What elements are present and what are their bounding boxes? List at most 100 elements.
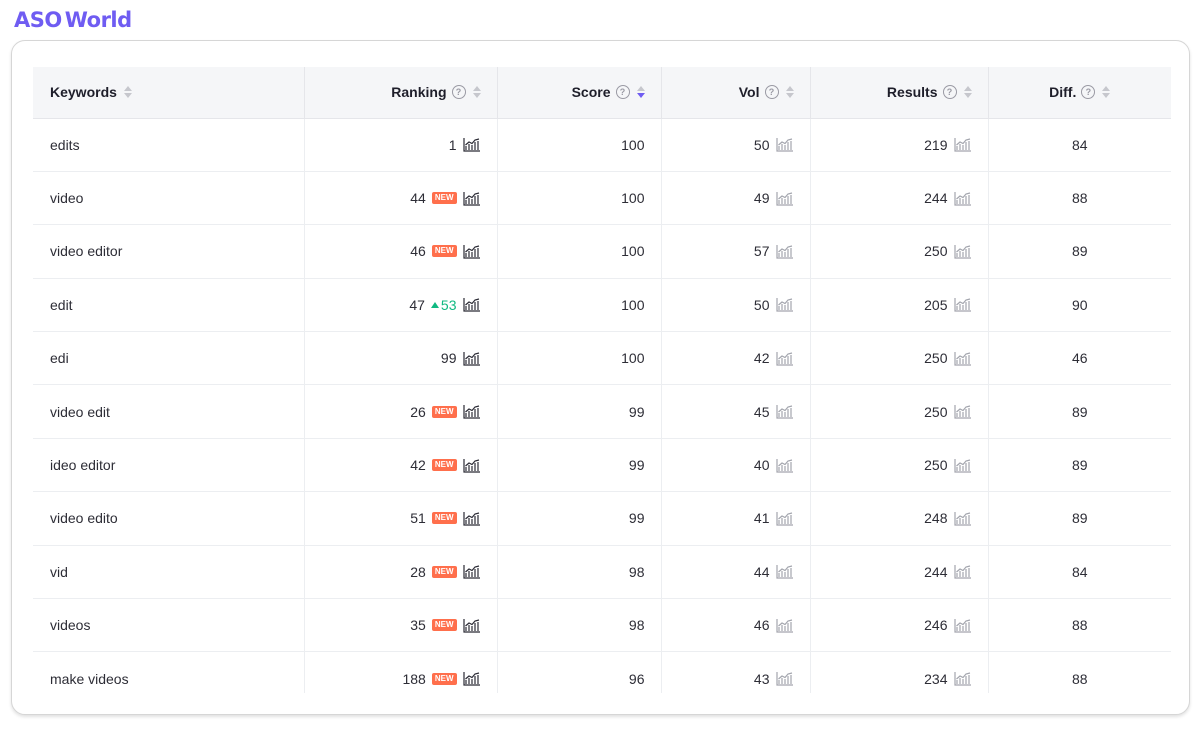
help-icon[interactable]: ?: [1081, 85, 1096, 100]
ranking-value: 46: [410, 243, 426, 260]
score-cell: 100: [497, 278, 662, 333]
ranking-chart-icon[interactable]: [462, 458, 481, 473]
table-row: videos 35 NEW 98 46 246 88: [33, 598, 1171, 653]
rank-change-value: 53: [440, 296, 457, 313]
column-ranking[interactable]: Ranking ?: [304, 67, 498, 119]
new-badge: NEW: [431, 512, 457, 525]
ranking-chart-icon[interactable]: [462, 671, 481, 686]
table-row: make videos 188 NEW 96 43 234 88: [33, 651, 1171, 693]
ranking-cell: 188 NEW: [304, 651, 498, 693]
keyword-cell[interactable]: video editor: [33, 224, 305, 279]
sort-descending-icon[interactable]: [636, 86, 645, 99]
keyword-cell[interactable]: video: [33, 171, 305, 226]
vol-chart-icon[interactable]: [775, 618, 794, 633]
results-chart-icon[interactable]: [953, 671, 972, 686]
vol-cell: 44: [661, 545, 811, 600]
sort-icon[interactable]: [472, 86, 481, 99]
sort-icon[interactable]: [785, 86, 794, 99]
ranking-value: 26: [410, 403, 426, 420]
diff-cell: 89: [988, 438, 1171, 493]
ranking-chart-icon[interactable]: [462, 564, 481, 579]
keywords-table-container[interactable]: Keywords Ranking ? Score ? Vol ? Results…: [33, 67, 1171, 693]
results-chart-icon[interactable]: [953, 191, 972, 206]
diff-cell: 90: [988, 278, 1171, 333]
vol-value: 50: [753, 136, 770, 153]
sort-icon[interactable]: [123, 86, 132, 99]
results-chart-icon[interactable]: [953, 137, 972, 152]
results-chart-icon[interactable]: [953, 618, 972, 633]
diff-cell: 46: [988, 331, 1171, 386]
results-cell: 250: [810, 224, 989, 279]
sort-icon[interactable]: [963, 86, 972, 99]
vol-cell: 45: [661, 384, 811, 439]
keyword-cell[interactable]: edit: [33, 278, 305, 333]
results-value: 244: [924, 563, 948, 580]
vol-chart-icon[interactable]: [775, 458, 794, 473]
vol-chart-icon[interactable]: [775, 191, 794, 206]
arrow-up-icon: [430, 301, 439, 308]
results-cell: 250: [810, 331, 989, 386]
diff-cell: 88: [988, 171, 1171, 226]
logo-text-right: World: [64, 8, 132, 32]
results-cell: 250: [810, 438, 989, 493]
results-chart-icon[interactable]: [953, 297, 972, 312]
results-chart-icon[interactable]: [953, 511, 972, 526]
results-chart-icon[interactable]: [953, 351, 972, 366]
help-icon[interactable]: ?: [764, 85, 779, 100]
keyword-cell[interactable]: make videos: [33, 651, 305, 693]
score-cell: 98: [497, 598, 662, 653]
keyword-cell[interactable]: vid: [33, 545, 305, 600]
ranking-value: 99: [440, 350, 457, 367]
score-cell: 99: [497, 384, 662, 439]
diff-cell: 84: [988, 118, 1171, 172]
results-chart-icon[interactable]: [953, 564, 972, 579]
results-chart-icon[interactable]: [953, 404, 972, 419]
vol-chart-icon[interactable]: [775, 671, 794, 686]
keyword-cell[interactable]: edits: [33, 118, 305, 172]
help-icon[interactable]: ?: [942, 85, 957, 100]
keyword-cell[interactable]: videos: [33, 598, 305, 653]
column-keywords-label: Keywords: [50, 84, 117, 101]
keyword-cell[interactable]: video edito: [33, 491, 305, 546]
ranking-cell: 42 NEW: [304, 438, 498, 493]
vol-cell: 42: [661, 331, 811, 386]
ranking-chart-icon[interactable]: [462, 404, 481, 419]
ranking-chart-icon[interactable]: [462, 244, 481, 259]
vol-chart-icon[interactable]: [775, 351, 794, 366]
results-chart-icon[interactable]: [953, 458, 972, 473]
ranking-chart-icon[interactable]: [462, 191, 481, 206]
ranking-cell: 99: [304, 331, 498, 386]
ranking-chart-icon[interactable]: [462, 618, 481, 633]
column-keywords[interactable]: Keywords: [33, 67, 305, 119]
results-value: 234: [924, 670, 948, 687]
results-chart-icon[interactable]: [953, 244, 972, 259]
vol-chart-icon[interactable]: [775, 564, 794, 579]
results-value: 244: [924, 190, 948, 207]
keyword-cell[interactable]: edi: [33, 331, 305, 386]
help-icon[interactable]: ?: [615, 85, 630, 100]
vol-chart-icon[interactable]: [775, 404, 794, 419]
ranking-value: 1: [448, 136, 457, 153]
diff-cell: 84: [988, 545, 1171, 600]
column-diff[interactable]: Diff. ?: [988, 67, 1171, 119]
vol-chart-icon[interactable]: [775, 244, 794, 259]
help-icon[interactable]: ?: [451, 85, 466, 100]
ranking-chart-icon[interactable]: [462, 297, 481, 312]
column-score[interactable]: Score ?: [497, 67, 662, 119]
table-row: video edit 26 NEW 99 45 250 89: [33, 384, 1171, 439]
sort-icon[interactable]: [1102, 86, 1111, 99]
aso-world-logo[interactable]: ASO World: [14, 6, 132, 34]
ranking-chart-icon[interactable]: [462, 511, 481, 526]
vol-cell: 46: [661, 598, 811, 653]
results-value: 219: [924, 136, 948, 153]
keyword-cell[interactable]: ideo editor: [33, 438, 305, 493]
vol-chart-icon[interactable]: [775, 511, 794, 526]
vol-value: 44: [753, 563, 770, 580]
column-vol[interactable]: Vol ?: [661, 67, 811, 119]
ranking-chart-icon[interactable]: [462, 137, 481, 152]
vol-chart-icon[interactable]: [775, 297, 794, 312]
keyword-cell[interactable]: video edit: [33, 384, 305, 439]
column-results[interactable]: Results ?: [810, 67, 989, 119]
vol-chart-icon[interactable]: [775, 137, 794, 152]
ranking-chart-icon[interactable]: [462, 351, 481, 366]
